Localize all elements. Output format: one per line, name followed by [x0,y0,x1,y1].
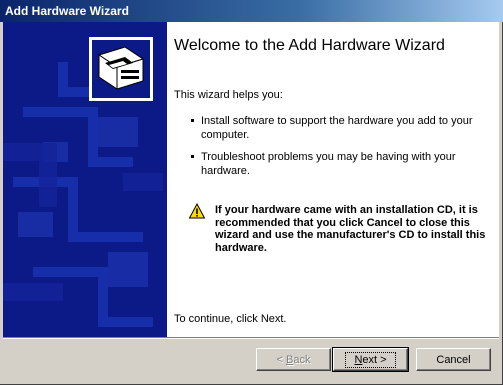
bullet-item: Install software to support the hardware… [201,115,473,141]
hardware-board-icon [89,37,153,101]
page-title: Welcome to the Add Hardware Wizard [174,37,445,54]
bullet-marker [191,119,194,122]
bullet-item: Troubleshoot problems you may be having … [201,151,456,177]
continue-instruction: To continue, click Next. [174,313,287,325]
back-button-label: < Back [276,353,311,366]
wizard-content: Welcome to the Add Hardware Wizard This … [167,22,499,337]
title-bar[interactable]: Add Hardware Wizard [0,0,503,22]
warning-message: If your hardware came with an installati… [215,204,486,254]
bullet-marker [191,155,194,158]
wizard-sidebar-graphic [3,22,167,337]
back-button[interactable]: < Back [256,348,331,371]
cancel-button[interactable]: Cancel [416,348,491,371]
wizard-window: Add Hardware Wizard Welcome to the Add H… [0,0,503,385]
window-title: Add Hardware Wizard [5,4,129,18]
warning-icon [189,203,205,219]
intro-text: This wizard helps you: [174,89,283,101]
cancel-button-label: Cancel [436,353,471,366]
footer-separator [3,337,499,339]
next-button-label: Next > [345,351,396,368]
next-button[interactable]: Next > [332,347,409,372]
